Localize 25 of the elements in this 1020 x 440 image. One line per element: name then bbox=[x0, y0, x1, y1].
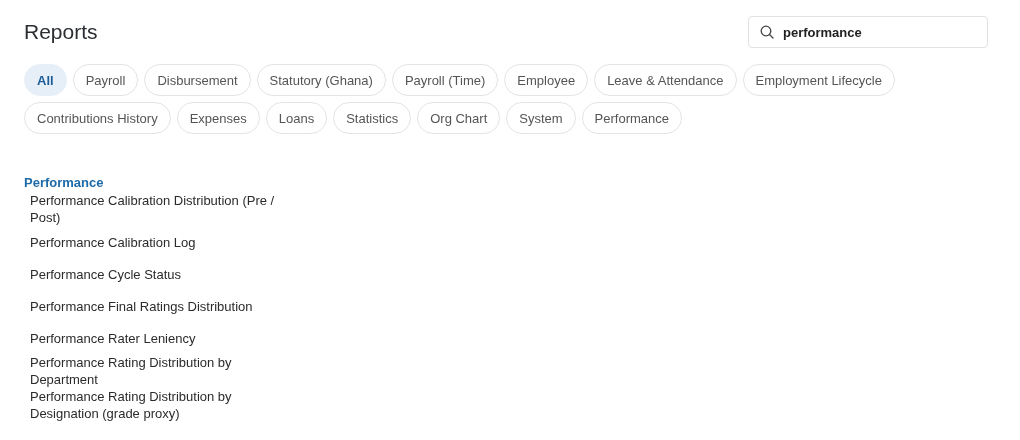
report-link[interactable]: Performance Rating Distribution by Designation (grade proxy) bbox=[24, 388, 280, 422]
filter-chip[interactable]: Leave & Attendance bbox=[594, 64, 737, 96]
report-link[interactable]: Performance Calibration Log bbox=[24, 226, 280, 258]
report-link[interactable]: Performance Final Ratings Distribution bbox=[24, 290, 280, 322]
search-field[interactable]: performance bbox=[748, 16, 988, 48]
filter-chip[interactable]: Org Chart bbox=[417, 102, 501, 134]
filter-chip[interactable]: System bbox=[506, 102, 576, 134]
filter-chip[interactable]: Payroll bbox=[72, 64, 139, 96]
report-link[interactable]: Performance Cycle Status bbox=[24, 258, 280, 290]
filter-chip[interactable]: Expenses bbox=[176, 102, 260, 134]
filter-chip[interactable]: All bbox=[24, 64, 67, 96]
filter-chip[interactable]: Statutory (Ghana) bbox=[256, 64, 386, 96]
section-title: Performance bbox=[24, 174, 105, 192]
filter-chip[interactable]: Employee bbox=[504, 64, 589, 96]
report-link[interactable]: Performance Calibration Distribution (Pre / Post) bbox=[24, 192, 280, 226]
report-link[interactable]: Performance Rater Leniency bbox=[24, 322, 280, 354]
filter-chip[interactable]: Contributions History bbox=[24, 102, 171, 134]
filter-chip[interactable]: Payroll (Time) bbox=[391, 64, 499, 96]
filter-chip[interactable]: Statistics bbox=[333, 102, 412, 134]
filter-chip[interactable]: Performance bbox=[581, 102, 683, 134]
filter-chip[interactable]: Disbursement bbox=[144, 64, 251, 96]
report-link[interactable]: Performance Rating Distribution by Department bbox=[24, 354, 280, 388]
page-title: Reports bbox=[24, 20, 98, 44]
filter-chip[interactable]: Loans bbox=[265, 102, 328, 134]
filter-chip[interactable]: Employment Lifecycle bbox=[742, 64, 895, 96]
